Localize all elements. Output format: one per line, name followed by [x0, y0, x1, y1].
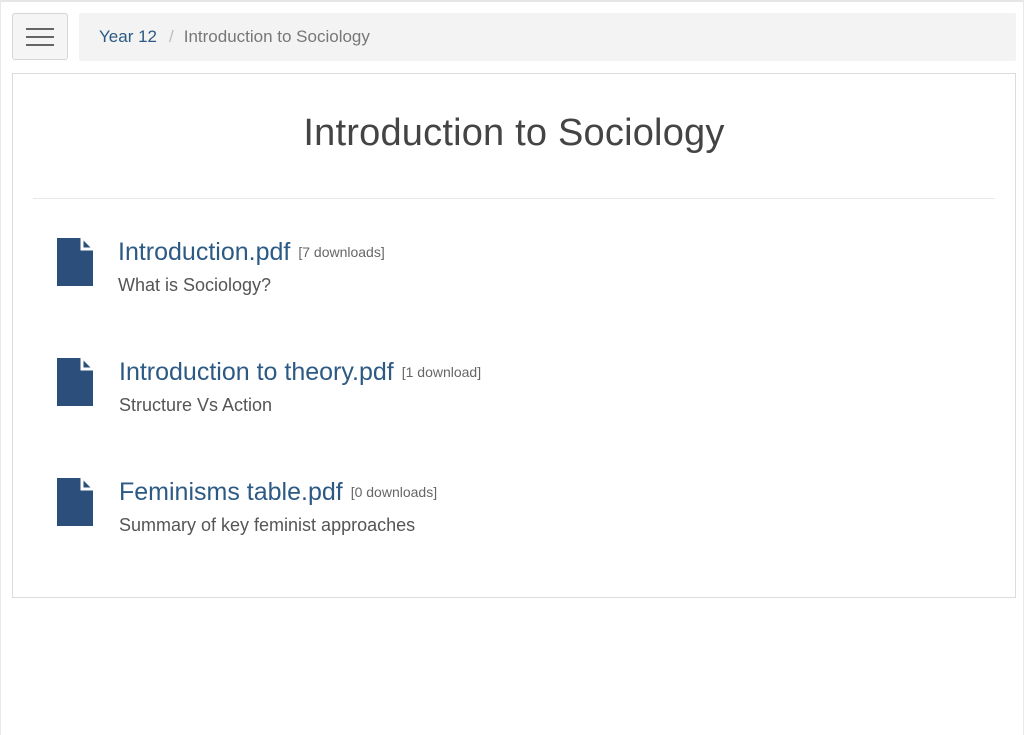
file-body: Feminisms table.pdf [0 downloads] Summary… [119, 478, 437, 536]
file-body: Introduction.pdf [7 downloads] What is So… [118, 238, 385, 296]
file-link[interactable]: Feminisms table.pdf [119, 478, 343, 506]
breadcrumb: Year 12 / Introduction to Sociology [79, 13, 1016, 61]
menu-button[interactable] [12, 13, 68, 60]
breadcrumb-item-current: Introduction to Sociology [183, 27, 370, 46]
file-description: Structure Vs Action [119, 395, 273, 415]
page-title: Introduction to Sociology [303, 112, 725, 154]
file-description: Summary of key feminist approaches [119, 515, 416, 535]
download-count: [1 download] [401, 364, 482, 380]
breadcrumb-separator: / [168, 27, 174, 46]
hamburger-menu-icon [26, 27, 54, 30]
file-icon[interactable] [57, 478, 93, 526]
file-body: Introduction to theory.pdf [1 download] S… [119, 358, 481, 416]
file-link[interactable]: Introduction.pdf [118, 238, 290, 266]
hamburger-menu-icon-bar [26, 43, 54, 46]
hamburger-menu-icon-bar [26, 35, 54, 38]
breadcrumb-item-year-12[interactable]: Year 12 [99, 27, 157, 47]
file-description: What is Sociology? [118, 275, 272, 295]
title-divider [33, 198, 995, 199]
file-icon[interactable] [57, 238, 93, 286]
download-count: [0 downloads] [350, 484, 438, 500]
content-panel: Introduction to Sociology Introduction.p… [12, 73, 1016, 598]
file-icon[interactable] [57, 358, 93, 406]
file-link[interactable]: Introduction to theory.pdf [119, 358, 394, 386]
download-count: [7 downloads] [298, 244, 385, 260]
